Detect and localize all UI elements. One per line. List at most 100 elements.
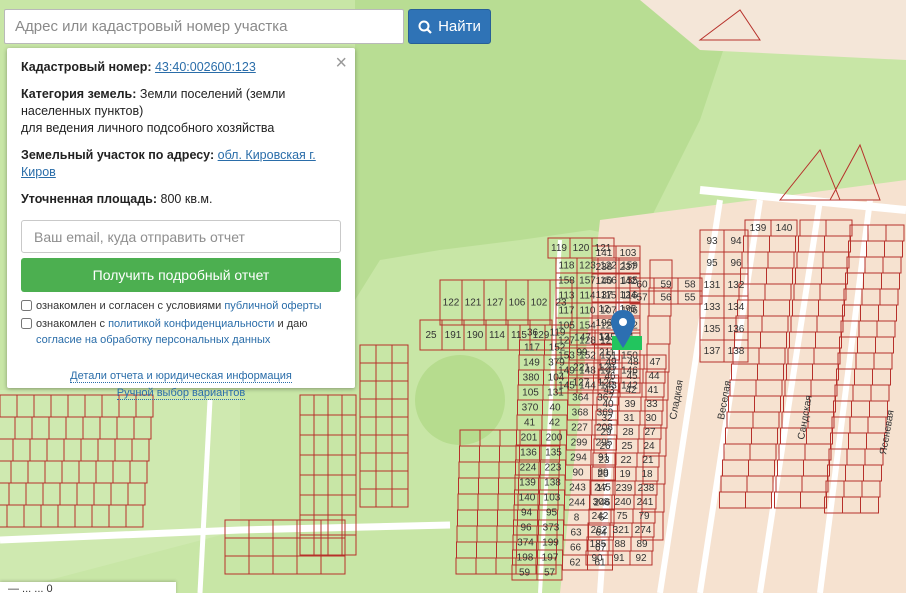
parcel-number: 244: [569, 498, 586, 509]
public-offer-link[interactable]: публичной оферты: [224, 300, 321, 312]
offer-checkbox[interactable]: [21, 300, 32, 311]
privacy-consent-text: ознакомлен с политикой конфиденциальност…: [36, 316, 341, 348]
parcel-number: 66: [570, 543, 582, 554]
parcel-number: 140: [596, 276, 613, 287]
parcel-number: 127: [573, 378, 590, 389]
parcel-number: 124: [620, 290, 637, 301]
close-icon[interactable]: ×: [335, 53, 347, 73]
parcel-number: 75: [616, 511, 628, 522]
parcel-number: 274: [635, 525, 652, 536]
data-processing-link[interactable]: согласие на обработку персональных данны…: [36, 334, 270, 346]
category-label: Категория земель:: [21, 87, 137, 101]
parcel-number: 131: [547, 388, 564, 399]
parcel-number: 138: [544, 478, 561, 489]
parcel-number: 47: [649, 357, 661, 368]
parcel-number: 40: [602, 399, 614, 410]
parcel-number: 92: [635, 553, 647, 564]
parcel-number: 121: [465, 298, 482, 309]
parcel-number: 31: [623, 413, 635, 424]
parcel-number: 24: [643, 441, 655, 452]
parcel-number: 379: [548, 358, 565, 369]
cadastral-row: Кадастровый номер: 43:40:002600:123: [21, 59, 341, 76]
parcel-number: 120: [573, 243, 590, 254]
manual-selection-link[interactable]: Ручной выбор вариантов: [116, 387, 246, 400]
parcel-number: 42: [549, 418, 561, 429]
parcel-number: 27: [644, 427, 656, 438]
parcel-number: 149: [523, 358, 540, 369]
privacy-policy-link[interactable]: политикой конфиденциальности: [108, 318, 274, 330]
parcel-number: 21: [642, 455, 654, 466]
offer-text: ознакомлен и согласен с условиями: [36, 300, 222, 312]
parcel-number: 131: [704, 280, 721, 291]
parcel-number: 139: [750, 223, 767, 234]
parcel-number: 115: [511, 330, 527, 341]
parcel-number: 185: [590, 539, 607, 550]
parcel-number: 118: [559, 261, 575, 272]
parcel-number: 59: [660, 280, 672, 291]
parcel-number: 199: [542, 538, 559, 549]
offer-consent-text: ознакомлен и согласен с условиями публич…: [36, 298, 322, 314]
email-field[interactable]: [21, 220, 341, 253]
parcel-number: 321: [613, 525, 630, 536]
parcel-number: 25: [425, 330, 437, 341]
parcel-number: 88: [614, 539, 626, 550]
parcel-number: 142: [620, 276, 637, 287]
cadastral-label: Кадастровый номер:: [21, 60, 152, 74]
area-row: Уточненная площадь: 800 кв.м.: [21, 191, 341, 208]
parcel-number: 135: [545, 448, 562, 459]
parcel-number: 123: [579, 261, 596, 272]
parcel-number: 147: [574, 333, 591, 344]
parcel-number: 132: [728, 280, 745, 291]
search-button[interactable]: Найти: [408, 9, 491, 44]
offer-consent-checkbox[interactable]: ознакомлен и согласен с условиями публич…: [21, 298, 341, 314]
parcel-number: 135: [704, 324, 721, 335]
parcel-number: 99: [576, 348, 588, 359]
parcel-number: 22: [620, 455, 632, 466]
parcel-number: 238: [596, 262, 613, 273]
parcel-number: 138: [728, 346, 745, 357]
parcel-number: 114: [580, 291, 596, 302]
parcel-number: 140: [519, 493, 536, 504]
parcel-number: 308: [593, 497, 610, 508]
parcel-number: 42: [625, 385, 637, 396]
report-details-link[interactable]: Детали отчета и юридическая информация: [70, 370, 292, 383]
parcel-number: 60: [636, 280, 648, 291]
parcel-number: 299: [571, 438, 588, 449]
parcel-number: 57: [544, 568, 556, 579]
parcel-number: 30: [645, 413, 657, 424]
privacy-consent-checkbox[interactable]: ознакомлен с политикой конфиденциальност…: [21, 316, 341, 348]
parcel-number: 133: [704, 302, 721, 313]
address-row: Земельный участок по адресу: обл. Кировс…: [21, 147, 341, 181]
privacy-text: ознакомлен с: [36, 318, 106, 330]
parcel-number: 106: [509, 298, 526, 309]
search-button-label: Найти: [438, 18, 481, 35]
parcel-number: 56: [660, 293, 672, 304]
parcel-number: 239: [616, 483, 633, 494]
parcel-number: 43: [603, 385, 615, 396]
parcel-number: 240: [615, 497, 632, 508]
parcel-number: 136: [728, 324, 745, 335]
address-label: Земельный участок по адресу:: [21, 148, 215, 162]
parcel-number: 197: [542, 553, 559, 564]
privacy-checkbox[interactable]: [21, 318, 32, 329]
parcel-number: 105: [522, 388, 539, 399]
parcel-number: 95: [546, 508, 558, 519]
parcel-number: 20: [597, 469, 609, 480]
parcel-number: 198: [517, 553, 534, 564]
get-report-button[interactable]: Получить подробный отчет: [21, 258, 341, 292]
parcel-number: 40: [549, 403, 561, 414]
search-input[interactable]: [4, 9, 404, 44]
parcel-number: 23: [598, 455, 610, 466]
parcel-number: 17: [596, 483, 608, 494]
parcel-number: 41: [647, 385, 659, 396]
parcel-number: 119: [550, 328, 566, 339]
parcel-number: 94: [730, 236, 742, 247]
parcel-number: 190: [467, 330, 484, 341]
parcel-number: 46: [604, 371, 616, 382]
parcel-number: 44: [648, 371, 660, 382]
parcel-number: 221: [573, 363, 590, 374]
parcel-number: 114: [489, 330, 505, 341]
cadastral-number-link[interactable]: 43:40:002600:123: [155, 60, 256, 74]
parcel-number: 119: [551, 243, 567, 254]
parcel-number: 55: [684, 293, 696, 304]
